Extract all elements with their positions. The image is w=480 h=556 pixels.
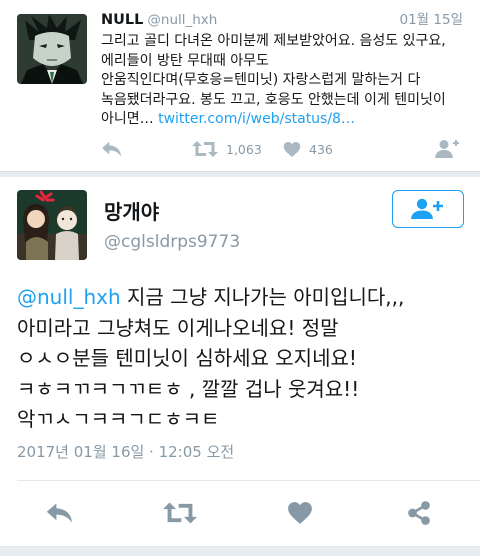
retweet-icon bbox=[163, 502, 197, 524]
avatar-image bbox=[17, 14, 87, 84]
tweet-link[interactable]: twitter.com/i/web/status/8… bbox=[158, 111, 355, 127]
mention-link[interactable]: @null_hxh bbox=[17, 285, 121, 309]
tweet-line: 아미라고 그냥쳐도 이게나오네요! 정말 bbox=[17, 313, 467, 344]
retweet-count: 1,063 bbox=[226, 141, 262, 157]
tweet-line-text: 지금 그냥 지나가는 아미입니다,,, bbox=[120, 285, 405, 309]
parent-tweet-actions: 1,063 436 bbox=[101, 137, 473, 161]
avatar[interactable] bbox=[17, 190, 87, 260]
tweet-date: 01월 15일 bbox=[399, 12, 464, 28]
follow-button[interactable] bbox=[392, 190, 464, 228]
retweet-button[interactable]: 1,063 bbox=[192, 137, 262, 161]
tweet-divider bbox=[0, 171, 480, 177]
tweet-line-text: 아미라고 그냥쳐도 이게나오네요! 정말 bbox=[17, 315, 339, 340]
user-handle[interactable]: @cglsldrps9773 bbox=[104, 230, 240, 254]
heart-icon bbox=[283, 141, 301, 157]
heart-icon bbox=[288, 502, 312, 524]
tweet-timestamp: 2017년 01월 16일 · 12:05 오전 bbox=[17, 443, 235, 461]
follow-icon bbox=[411, 198, 443, 219]
main-tweet-actions bbox=[0, 495, 480, 531]
reply-icon bbox=[46, 503, 72, 523]
tweet-text: 그리고 골디 다녀온 아미분께 제보받았어요. 음성도 있구요, 에리들이 방탄… bbox=[101, 32, 473, 130]
bottom-strip bbox=[0, 547, 480, 556]
retweet-icon bbox=[192, 141, 218, 157]
tweet-line: ㅋㅎㅋㄲㅋㄱㄲㅌㅎ , 깔깔 겁나 웃겨요!! bbox=[17, 374, 467, 405]
avatar-image bbox=[17, 190, 87, 260]
parent-tweet[interactable]: NULL @null_hxh 01월 15일 그리고 골디 다녀온 아미분께 제보… bbox=[0, 0, 480, 171]
reply-button[interactable] bbox=[101, 137, 123, 161]
like-button[interactable]: 436 bbox=[283, 137, 333, 161]
share-button[interactable] bbox=[401, 495, 437, 531]
tweet-line-text: ㅇㅅㅇ분들 텐미닛이 심하세요 오지네요! bbox=[17, 346, 357, 370]
avatar[interactable] bbox=[17, 14, 87, 84]
tweet-line: @null_hxh 지금 그냥 지나가는 아미입니다,,, bbox=[17, 282, 467, 313]
tweet-line-text: 악ㄲㅅㄱㅋㅋㄱㄷㅎㅋㅌ bbox=[17, 407, 220, 431]
parent-tweet-header: NULL @null_hxh 01월 15일 bbox=[101, 10, 471, 30]
user-handle[interactable]: @null_hxh bbox=[147, 12, 217, 28]
follow-icon bbox=[435, 140, 459, 158]
tweet-line-text: ㅋㅎㅋㄲㅋㄱㄲㅌㅎ , 깔깔 겁나 웃겨요!! bbox=[17, 376, 360, 401]
tweet-line: ㅇㅅㅇ분들 텐미닛이 심하세요 오지네요! bbox=[17, 343, 467, 374]
tweet-line: 악ㄲㅅㄱㅋㅋㄱㄷㅎㅋㅌ bbox=[17, 404, 467, 435]
like-count: 436 bbox=[309, 141, 333, 157]
user-name[interactable]: NULL bbox=[101, 12, 143, 28]
tweet-text: @null_hxh 지금 그냥 지나가는 아미입니다,,, 아미라고 그냥쳐도 … bbox=[17, 282, 467, 435]
reply-button[interactable] bbox=[42, 495, 78, 531]
action-divider bbox=[17, 480, 480, 481]
share-icon bbox=[408, 501, 430, 525]
like-button[interactable] bbox=[282, 495, 318, 531]
user-name[interactable]: 망개야 bbox=[104, 199, 159, 225]
follow-button[interactable] bbox=[435, 137, 463, 161]
retweet-button[interactable] bbox=[162, 495, 198, 531]
reply-icon bbox=[102, 141, 121, 157]
